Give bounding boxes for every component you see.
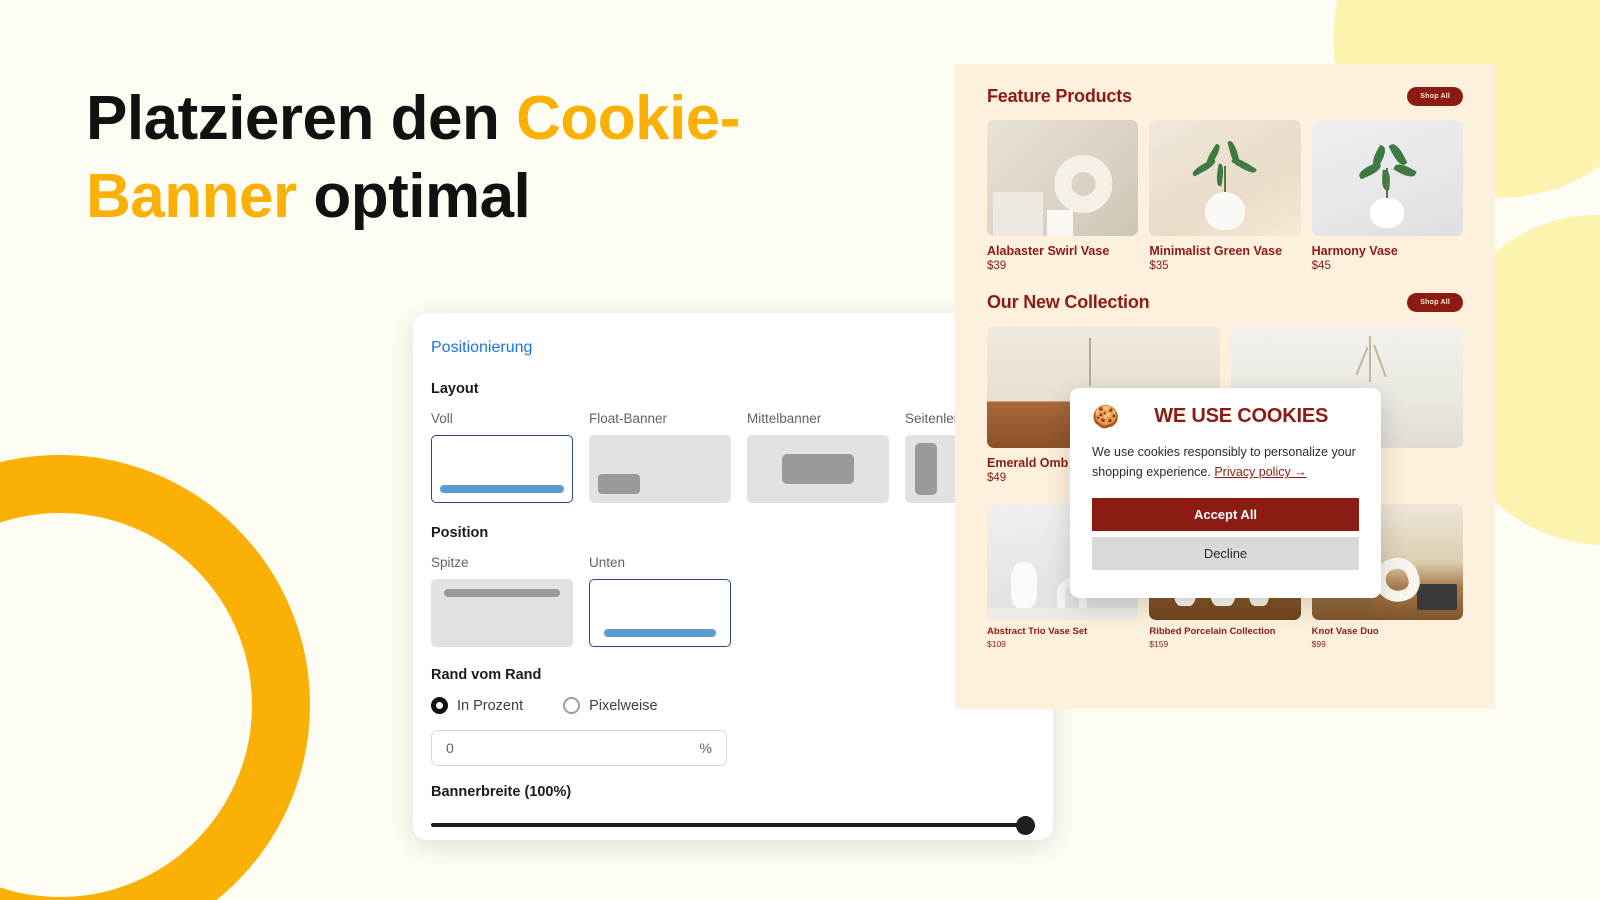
position-option-label: Spitze xyxy=(431,555,469,570)
position-option-label: Unten xyxy=(589,555,626,570)
section-title-feature: Feature Products xyxy=(987,86,1132,106)
layout-option-label: Voll xyxy=(431,411,453,426)
cookie-icon: 🍪 xyxy=(1092,403,1120,429)
product-card[interactable]: Alabaster Swirl Vase $39 xyxy=(987,120,1139,272)
position-preview-bottom[interactable] xyxy=(589,579,731,647)
cookie-dialog-body: We use cookies responsibly to personaliz… xyxy=(1092,442,1359,482)
product-name: Minimalist Green Vase xyxy=(1149,244,1283,258)
page-root: Platzieren den Cookie-Banner optimal Pos… xyxy=(0,0,1600,900)
product-name: Harmony Vase xyxy=(1311,244,1398,258)
radio-label: Pixelweise xyxy=(589,697,658,714)
banner-width-label: Bannerbreite (100%) xyxy=(431,784,572,800)
product-price: $45 xyxy=(1311,260,1331,272)
margin-value-text: 0 xyxy=(446,740,454,756)
preview-bar-bottom xyxy=(440,485,564,493)
radio-in-prozent[interactable]: In Prozent xyxy=(431,697,523,714)
radio-filled-icon xyxy=(431,697,448,714)
headline-part-2: optimal xyxy=(296,161,531,231)
product-name: Abstract Trio Vase Set xyxy=(987,626,1088,637)
layout-preview-middle[interactable] xyxy=(747,435,889,503)
margin-unit-radio-group: In Prozent Pixelweise xyxy=(431,697,1035,714)
store-preview-panel: Feature Products Shop All Alabaster Swir… xyxy=(955,64,1495,709)
product-image xyxy=(987,120,1139,236)
product-image xyxy=(1311,120,1463,236)
product-price: $39 xyxy=(987,260,1007,272)
position-option-top[interactable]: Spitze xyxy=(431,555,573,647)
section-title-collection: Our New Collection xyxy=(987,292,1150,312)
layout-group-label: Layout xyxy=(431,381,479,397)
slider-thumb[interactable] xyxy=(1016,816,1035,835)
layout-option-float[interactable]: Float-Banner xyxy=(589,411,731,503)
margin-unit-symbol: % xyxy=(699,740,712,756)
layout-option-label: Mittelbanner xyxy=(747,411,822,426)
product-price: $99 xyxy=(1311,639,1326,649)
banner-width-slider[interactable] xyxy=(431,814,1035,836)
decline-button[interactable]: Decline xyxy=(1092,537,1359,570)
position-preview-top[interactable] xyxy=(431,579,573,647)
preview-chip-center xyxy=(782,454,854,484)
radio-label: In Prozent xyxy=(457,697,524,714)
decorative-orange-ring xyxy=(0,455,310,900)
layout-option-label: Float-Banner xyxy=(589,411,668,426)
radio-empty-icon xyxy=(563,697,581,714)
page-title: Platzieren den Cookie-Banner optimal xyxy=(86,80,886,235)
position-option-bottom[interactable]: Unten xyxy=(589,555,731,647)
position-option-row: Spitze Unten xyxy=(431,555,1035,647)
position-group-label: Position xyxy=(431,525,489,541)
cookie-dialog-title: WE USE COOKIES xyxy=(1154,405,1329,427)
accept-all-button[interactable]: Accept All xyxy=(1092,498,1359,531)
new-collection-header: Our New Collection Shop All xyxy=(987,292,1463,313)
settings-panel-title: Positionierung xyxy=(431,339,533,356)
product-price: $35 xyxy=(1149,260,1169,272)
product-name: Ribbed Porcelain Collection xyxy=(1149,626,1276,637)
shop-all-button-feature[interactable]: Shop All xyxy=(1407,87,1463,106)
preview-chip-side xyxy=(915,443,937,495)
cookie-dialog-header: 🍪 WE USE COOKIES xyxy=(1092,405,1359,428)
layout-option-voll[interactable]: Voll xyxy=(431,411,573,503)
product-card[interactable]: Harmony Vase $45 xyxy=(1311,120,1463,272)
product-card[interactable]: Minimalist Green Vase $35 xyxy=(1149,120,1301,272)
headline-part-1: Platzieren den xyxy=(86,84,517,153)
layout-preview-float[interactable] xyxy=(589,435,731,503)
shop-all-button-collection[interactable]: Shop All xyxy=(1407,293,1463,312)
product-name: Knot Vase Duo xyxy=(1311,626,1379,637)
product-image xyxy=(1149,120,1301,236)
preview-chip-corner xyxy=(598,474,640,494)
product-price: $109 xyxy=(987,639,1006,649)
preview-bar-top xyxy=(443,589,561,597)
margin-group-label: Rand vom Rand xyxy=(431,667,542,683)
cookie-consent-dialog: 🍪 WE USE COOKIES We use cookies responsi… xyxy=(1070,388,1381,598)
layout-option-middle[interactable]: Mittelbanner xyxy=(747,411,889,503)
product-price: $159 xyxy=(1149,639,1169,649)
layout-option-row: Voll Float-Banner Mittelbanner Seitenlei… xyxy=(431,411,1047,503)
product-name: Alabaster Swirl Vase xyxy=(987,244,1110,258)
privacy-policy-link[interactable]: Privacy policy → xyxy=(1214,465,1306,479)
radio-pixelweise[interactable]: Pixelweise xyxy=(563,697,658,714)
margin-value-input[interactable]: 0 % xyxy=(431,730,727,766)
preview-bar-bottom xyxy=(604,629,716,637)
feature-products-header: Feature Products Shop All xyxy=(987,86,1463,107)
slider-track xyxy=(431,823,1035,827)
feature-products-grid: Alabaster Swirl Vase $39 Minimalist Gree… xyxy=(987,120,1463,272)
layout-preview-full[interactable] xyxy=(431,435,573,503)
